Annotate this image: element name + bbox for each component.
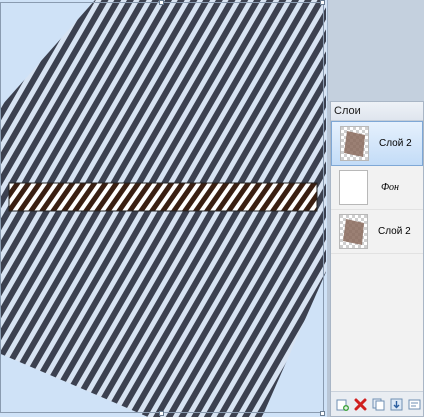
layers-panel-title: Слои: [331, 102, 423, 121]
layer-list: Слой 2 Фон Слой 2: [331, 121, 423, 271]
duplicate-layer-icon[interactable]: [371, 397, 385, 411]
layers-toolbar: [331, 391, 423, 416]
resize-handle-bottom[interactable]: [159, 411, 164, 416]
layer-item[interactable]: Слой 2: [331, 121, 423, 166]
resize-handle-bottom-right[interactable]: [320, 411, 325, 416]
layer-name: Слой 2: [379, 138, 412, 149]
layer-thumbnail: [340, 126, 369, 161]
delete-layer-icon[interactable]: [353, 397, 367, 411]
workspace-background: [327, 0, 424, 101]
layer-item[interactable]: Фон: [331, 166, 423, 210]
resize-handle-right[interactable]: [320, 0, 325, 5]
canvas-artwork: [0, 0, 326, 417]
image-canvas[interactable]: [0, 0, 327, 417]
striped-band: [8, 182, 318, 212]
layer-name: Слой 2: [378, 226, 411, 237]
layer-thumbnail: [339, 170, 368, 205]
new-layer-icon[interactable]: [335, 397, 349, 411]
layer-thumbnail: [339, 214, 368, 249]
resize-handle-top[interactable]: [159, 0, 164, 5]
layers-panel: Слои Слой 2 Фон Слой 2: [330, 101, 424, 417]
layer-properties-icon[interactable]: [407, 397, 421, 411]
merge-down-icon[interactable]: [389, 397, 403, 411]
layer-name: Фон: [381, 182, 400, 193]
layer-item[interactable]: Слой 2: [331, 210, 423, 254]
